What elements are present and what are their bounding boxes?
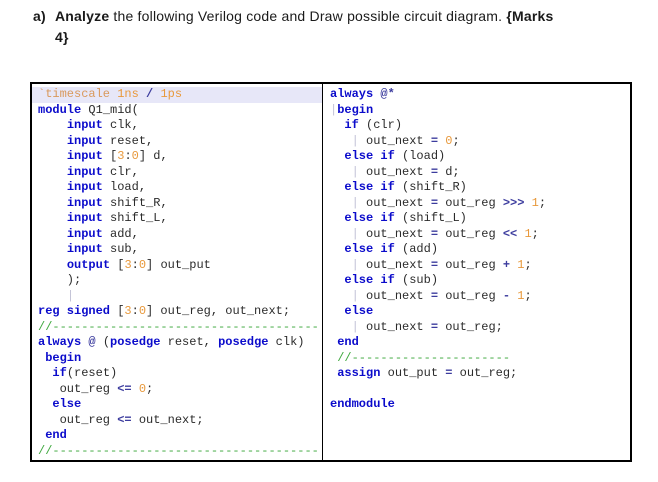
code-line: end [337, 335, 359, 349]
code-line: | out_next = out_reg; [351, 319, 503, 334]
code-line: end [45, 428, 67, 442]
code-line: input sub, [66, 242, 139, 256]
code-line: | out_next = out_reg << 1; [351, 226, 539, 241]
code-line: ); [38, 273, 82, 287]
code-line: input [3:0] d, [66, 149, 168, 163]
code-line: output [3:0] out_put [66, 257, 211, 272]
code-line: endmodule [330, 397, 395, 411]
code-line: if(reset) [52, 366, 118, 380]
question-line-2: 4} [33, 27, 637, 48]
code-line: else [344, 304, 374, 318]
code-line: //---------------------- [337, 350, 511, 365]
code-line: //------------------------------------- [38, 443, 319, 458]
question-body: the following Verilog code and Draw poss… [109, 8, 507, 24]
code-line: //------------------------------------- [38, 319, 319, 334]
code-line: module Q1_mid( [38, 102, 139, 117]
question-line-1: a) Analyze the following Verilog code and… [33, 6, 637, 27]
code-line: begin [45, 350, 82, 365]
code-line: input reset, [66, 133, 154, 148]
question-header: a) Analyze the following Verilog code and… [33, 6, 637, 48]
code-line: input clk, [66, 118, 139, 132]
code-line: else [52, 397, 82, 411]
code-line: always @* [330, 87, 395, 101]
question-verb: Analyze [55, 8, 110, 24]
code-line: else if (shift_L) [344, 211, 467, 225]
code-line: reg signed [3:0] out_reg, out_next; [38, 304, 291, 318]
code-line: input shift_R, [66, 195, 168, 210]
code-line: input shift_L, [66, 211, 168, 225]
code-line: assign out_put = out_reg; [337, 366, 518, 380]
question-label: a) [33, 8, 46, 24]
code-line: else if (add) [344, 242, 439, 256]
code-line: | out_next = out_reg + 1; [351, 257, 532, 272]
question-marks-open: {Marks [506, 8, 554, 24]
code-line: |begin [330, 102, 374, 117]
code-line: else if (sub) [344, 273, 439, 287]
code-line: else if (load) [344, 149, 446, 163]
code-line: input clr, [66, 164, 139, 179]
code-line: | [66, 288, 75, 303]
code-line: always @ (posedge reset, posedge clk) [38, 335, 305, 349]
code-line: | out_next = out_reg - 1; [351, 288, 532, 303]
code-line: input add, [66, 226, 139, 241]
code-line: | out_next = out_reg >>> 1; [351, 195, 547, 210]
code-panel-right: always @* |begin if (clr) | out_next = 0;… [324, 84, 630, 460]
verilog-code-box: `timescale 1ns / 1ps module Q1_mid( input… [30, 82, 632, 462]
code-panel-left: `timescale 1ns / 1ps module Q1_mid( input… [32, 84, 323, 460]
code-line: if (clr) [344, 118, 403, 132]
question-marks-close: 4} [55, 29, 69, 45]
code-line: input load, [66, 180, 147, 194]
code-line: | out_next = 0; [351, 133, 460, 148]
code-line: out_reg <= out_next; [38, 412, 204, 427]
code-line: else if (shift_R) [344, 180, 467, 194]
code-line: | out_next = d; [351, 164, 460, 179]
code-line: out_reg <= 0; [38, 381, 154, 396]
code-line: `timescale 1ns / 1ps [32, 87, 322, 103]
